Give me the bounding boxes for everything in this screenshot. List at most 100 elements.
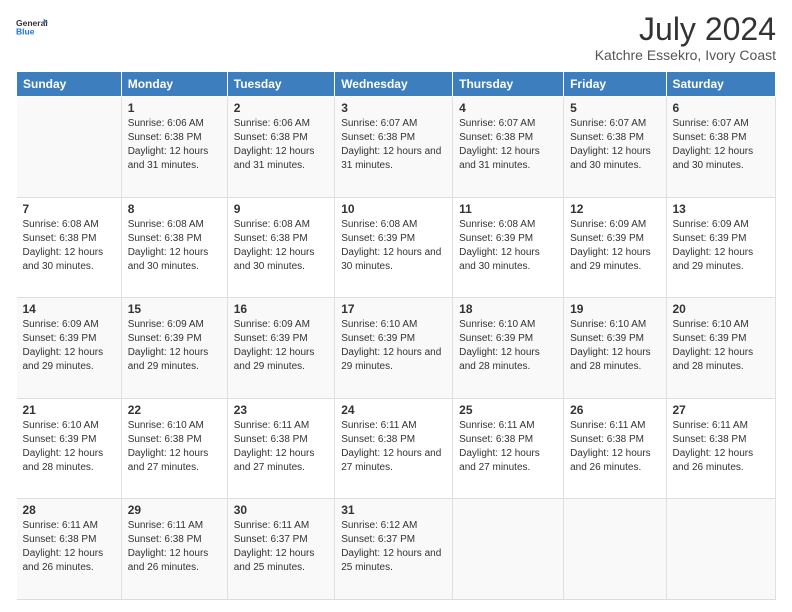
day-number: 17 [341,302,446,316]
cell-info: Sunrise: 6:10 AMSunset: 6:39 PMDaylight:… [570,319,651,372]
col-tuesday: Tuesday [227,72,334,97]
cell-info: Sunrise: 6:11 AMSunset: 6:38 PMDaylight:… [570,420,651,473]
calendar-cell: 31 Sunrise: 6:12 AMSunset: 6:37 PMDayligh… [335,499,453,600]
cell-info: Sunrise: 6:11 AMSunset: 6:38 PMDaylight:… [234,420,315,473]
day-number: 10 [341,202,446,216]
subtitle: Katchre Essekro, Ivory Coast [595,47,776,63]
cell-info: Sunrise: 6:07 AMSunset: 6:38 PMDaylight:… [570,118,651,171]
day-number: 18 [459,302,557,316]
day-number: 19 [570,302,659,316]
calendar-table: Sunday Monday Tuesday Wednesday Thursday… [16,71,776,600]
calendar-cell: 1 Sunrise: 6:06 AMSunset: 6:38 PMDaylight… [121,97,227,198]
cell-info: Sunrise: 6:07 AMSunset: 6:38 PMDaylight:… [459,118,540,171]
calendar-cell: 26 Sunrise: 6:11 AMSunset: 6:38 PMDayligh… [564,398,666,499]
cell-info: Sunrise: 6:08 AMSunset: 6:38 PMDaylight:… [234,219,315,272]
col-sunday: Sunday [17,72,122,97]
main-title: July 2024 [595,12,776,47]
col-thursday: Thursday [453,72,564,97]
col-friday: Friday [564,72,666,97]
day-number: 31 [341,503,446,517]
calendar-week-1: 7Sunrise: 6:08 AMSunset: 6:38 PMDaylight… [17,197,776,298]
day-number: 26 [570,403,659,417]
calendar-cell: 6Sunrise: 6:07 AMSunset: 6:38 PMDaylight… [666,97,776,198]
day-number: 3 [341,101,446,115]
col-saturday: Saturday [666,72,776,97]
day-number: 13 [673,202,770,216]
day-number: 23 [234,403,328,417]
calendar-cell: 7Sunrise: 6:08 AMSunset: 6:38 PMDaylight… [17,197,122,298]
cell-info: Sunrise: 6:10 AMSunset: 6:39 PMDaylight:… [341,319,441,372]
calendar-cell: 23 Sunrise: 6:11 AMSunset: 6:38 PMDayligh… [227,398,334,499]
calendar-cell: 8 Sunrise: 6:08 AMSunset: 6:38 PMDaylight… [121,197,227,298]
cell-info: Sunrise: 6:08 AMSunset: 6:39 PMDaylight:… [341,219,441,272]
day-number: 8 [128,202,221,216]
cell-info: Sunrise: 6:11 AMSunset: 6:38 PMDaylight:… [459,420,540,473]
day-number: 24 [341,403,446,417]
day-number: 25 [459,403,557,417]
cell-info: Sunrise: 6:08 AMSunset: 6:39 PMDaylight:… [459,219,540,272]
cell-info: Sunrise: 6:10 AMSunset: 6:39 PMDaylight:… [673,319,754,372]
calendar-cell: 4Sunrise: 6:07 AMSunset: 6:38 PMDaylight… [453,97,564,198]
title-block: July 2024 Katchre Essekro, Ivory Coast [595,12,776,63]
cell-info: Sunrise: 6:10 AMSunset: 6:39 PMDaylight:… [23,420,104,473]
calendar-cell [666,499,776,600]
calendar-cell [453,499,564,600]
header: General Blue July 2024 Katchre Essekro, … [16,12,776,63]
calendar-header: Sunday Monday Tuesday Wednesday Thursday… [17,72,776,97]
cell-info: Sunrise: 6:09 AMSunset: 6:39 PMDaylight:… [128,319,209,372]
cell-info: Sunrise: 6:09 AMSunset: 6:39 PMDaylight:… [570,219,651,272]
day-number: 2 [234,101,328,115]
day-number: 12 [570,202,659,216]
day-number: 29 [128,503,221,517]
calendar-cell: 29 Sunrise: 6:11 AMSunset: 6:38 PMDayligh… [121,499,227,600]
calendar-cell: 27 Sunrise: 6:11 AMSunset: 6:38 PMDayligh… [666,398,776,499]
day-number: 21 [23,403,115,417]
cell-info: Sunrise: 6:07 AMSunset: 6:38 PMDaylight:… [341,118,441,171]
cell-info: Sunrise: 6:09 AMSunset: 6:39 PMDaylight:… [673,219,754,272]
col-wednesday: Wednesday [335,72,453,97]
calendar-cell [17,97,122,198]
cell-info: Sunrise: 6:11 AMSunset: 6:38 PMDaylight:… [341,420,441,473]
calendar-cell: 21 Sunrise: 6:10 AMSunset: 6:39 PMDayligh… [17,398,122,499]
day-number: 15 [128,302,221,316]
calendar-week-2: 14 Sunrise: 6:09 AMSunset: 6:39 PMDayligh… [17,298,776,399]
calendar-cell: 5Sunrise: 6:07 AMSunset: 6:38 PMDaylight… [564,97,666,198]
cell-info: Sunrise: 6:11 AMSunset: 6:38 PMDaylight:… [673,420,754,473]
calendar-week-4: 28 Sunrise: 6:11 AMSunset: 6:38 PMDayligh… [17,499,776,600]
calendar-cell: 16 Sunrise: 6:09 AMSunset: 6:39 PMDayligh… [227,298,334,399]
calendar-cell: 18Sunrise: 6:10 AMSunset: 6:39 PMDayligh… [453,298,564,399]
calendar-cell: 15 Sunrise: 6:09 AMSunset: 6:39 PMDayligh… [121,298,227,399]
day-number: 1 [128,101,221,115]
header-row: Sunday Monday Tuesday Wednesday Thursday… [17,72,776,97]
cell-info: Sunrise: 6:11 AMSunset: 6:38 PMDaylight:… [23,520,104,573]
calendar-cell: 9 Sunrise: 6:08 AMSunset: 6:38 PMDaylight… [227,197,334,298]
cell-info: Sunrise: 6:09 AMSunset: 6:39 PMDaylight:… [23,319,104,372]
calendar-cell: 22Sunrise: 6:10 AMSunset: 6:38 PMDayligh… [121,398,227,499]
cell-info: Sunrise: 6:08 AMSunset: 6:38 PMDaylight:… [23,219,104,272]
page: General Blue July 2024 Katchre Essekro, … [0,0,792,612]
cell-info: Sunrise: 6:06 AMSunset: 6:38 PMDaylight:… [128,118,209,171]
calendar-cell: 14 Sunrise: 6:09 AMSunset: 6:39 PMDayligh… [17,298,122,399]
cell-info: Sunrise: 6:12 AMSunset: 6:37 PMDaylight:… [341,520,441,573]
calendar-cell: 28 Sunrise: 6:11 AMSunset: 6:38 PMDayligh… [17,499,122,600]
day-number: 28 [23,503,115,517]
calendar-cell: 19 Sunrise: 6:10 AMSunset: 6:39 PMDayligh… [564,298,666,399]
cell-info: Sunrise: 6:11 AMSunset: 6:38 PMDaylight:… [128,520,209,573]
calendar-cell [564,499,666,600]
day-number: 27 [673,403,770,417]
day-number: 16 [234,302,328,316]
calendar-week-3: 21 Sunrise: 6:10 AMSunset: 6:39 PMDayligh… [17,398,776,499]
col-monday: Monday [121,72,227,97]
day-number: 9 [234,202,328,216]
day-number: 6 [673,101,770,115]
day-number: 30 [234,503,328,517]
day-number: 14 [23,302,115,316]
cell-info: Sunrise: 6:08 AMSunset: 6:38 PMDaylight:… [128,219,209,272]
calendar-cell: 12 Sunrise: 6:09 AMSunset: 6:39 PMDayligh… [564,197,666,298]
cell-info: Sunrise: 6:06 AMSunset: 6:38 PMDaylight:… [234,118,315,171]
cell-info: Sunrise: 6:09 AMSunset: 6:39 PMDaylight:… [234,319,315,372]
day-number: 11 [459,202,557,216]
logo-svg: General Blue [16,12,48,44]
calendar-cell: 3 Sunrise: 6:07 AMSunset: 6:38 PMDaylight… [335,97,453,198]
logo: General Blue [16,12,48,44]
